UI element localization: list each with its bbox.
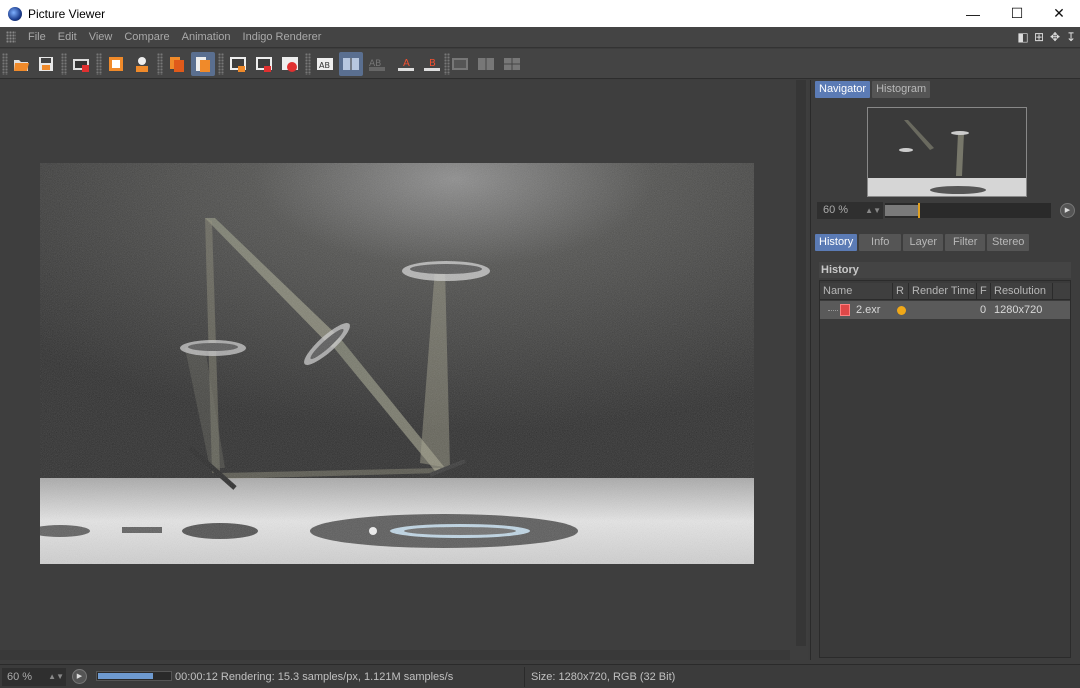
film-settings-icon[interactable] — [69, 52, 93, 76]
row-f: 0 — [980, 304, 987, 316]
tab-filter[interactable]: Filter — [945, 234, 986, 251]
tab-navigator[interactable]: Navigator — [815, 81, 871, 98]
table-row[interactable]: 2.exr 0 1280x720 — [820, 301, 1070, 319]
rendering-status-dot-icon — [897, 306, 906, 315]
tab-history[interactable]: History — [815, 234, 858, 251]
panel-tabs: History Info Layer Filter Stereo — [815, 234, 1030, 251]
zoom-slider-handle[interactable] — [918, 203, 920, 218]
render-progress-bar — [96, 671, 172, 681]
col-r[interactable]: R — [893, 283, 909, 300]
exr-file-icon — [840, 304, 850, 316]
region-a-icon[interactable] — [226, 52, 250, 76]
tab-info[interactable]: Info — [859, 234, 902, 251]
zoom-slider-fill — [885, 205, 918, 216]
spin-arrows-icon[interactable]: ▲▼ — [865, 202, 881, 219]
open-icon[interactable] — [9, 52, 33, 76]
svg-text:AB: AB — [319, 61, 330, 70]
region-b-icon[interactable] — [252, 52, 276, 76]
spin-arrows-icon[interactable]: ▲▼ — [48, 668, 64, 686]
toolbar-separator — [218, 53, 224, 75]
region-c-icon[interactable] — [278, 52, 302, 76]
menu-file[interactable]: File — [22, 31, 52, 43]
compare-split-icon[interactable] — [339, 52, 363, 76]
menu-indigo-renderer[interactable]: Indigo Renderer — [237, 31, 328, 43]
tab-layer[interactable]: Layer — [903, 234, 944, 251]
compare-ab-icon[interactable]: AB — [313, 52, 337, 76]
history-table-header: Name R Render Time F Resolution — [820, 283, 1070, 300]
render-region-icon[interactable] — [104, 52, 128, 76]
toolbar-separator — [157, 53, 163, 75]
menu-animation[interactable]: Animation — [176, 31, 237, 43]
row-r-cell — [893, 301, 909, 319]
tab-stereo[interactable]: Stereo — [987, 234, 1030, 251]
status-zoom-value: 60 % — [7, 671, 33, 683]
history-section-title: History — [819, 262, 1071, 278]
status-zoom-field[interactable]: 60 % ▲▼ — [2, 668, 66, 686]
col-f[interactable]: F — [977, 283, 991, 300]
status-divider — [524, 667, 525, 687]
tree-connector — [828, 310, 838, 311]
expand-icon[interactable]: ⊞ — [1032, 30, 1046, 44]
tab-histogram[interactable]: Histogram — [872, 81, 931, 98]
history-table: Name R Render Time F Resolution 2.exr 0 … — [819, 280, 1071, 658]
navigator-play-icon[interactable]: ▶ — [1060, 203, 1075, 218]
toolbar-separator — [96, 53, 102, 75]
col-resolution[interactable]: Resolution — [991, 283, 1053, 300]
view-3-icon[interactable] — [500, 52, 524, 76]
navigator-zoom-row: 60 % ▲▼ ▶ — [817, 202, 1075, 219]
vertical-scrollbar[interactable] — [796, 80, 806, 646]
render-settings-icon[interactable] — [130, 52, 154, 76]
paste-layer-icon[interactable] — [191, 52, 215, 76]
picture-viewer-window: Picture Viewer — ☐ ✕ File Edit View Comp… — [0, 0, 1080, 688]
col-extra — [1053, 283, 1070, 300]
title-bar: Picture Viewer — ☐ ✕ — [0, 0, 1080, 27]
toolbar-grip — [2, 53, 8, 75]
copy-layer-icon[interactable] — [165, 52, 189, 76]
rendered-image[interactable] — [40, 163, 754, 564]
side-panel: Navigator Histogram 60 % ▲▼ ▶ History In… — [810, 80, 1080, 660]
set-a-icon[interactable]: A — [394, 52, 418, 76]
horizontal-scrollbar[interactable] — [0, 650, 790, 660]
close-button[interactable]: ✕ — [1038, 0, 1080, 27]
navigator-zoom-field[interactable]: 60 % ▲▼ — [817, 202, 883, 219]
compare-diff-icon[interactable]: AB — [365, 52, 389, 76]
cinema4d-app-icon — [8, 6, 22, 21]
dock-down-icon[interactable]: ↧ — [1064, 30, 1078, 44]
window-title: Picture Viewer — [28, 6, 106, 21]
view-1-icon[interactable] — [448, 52, 472, 76]
row-name-cell: 2.exr — [820, 301, 893, 319]
menu-view[interactable]: View — [83, 31, 119, 43]
toolbar: AB AB A B — [0, 49, 1080, 79]
navigator-zoom-slider[interactable] — [885, 203, 1051, 218]
move-icon[interactable]: ✥ — [1048, 30, 1062, 44]
svg-text:A: A — [403, 58, 410, 69]
row-resolution: 1280x720 — [994, 304, 1043, 316]
minimize-button[interactable]: — — [952, 0, 994, 27]
save-icon[interactable] — [34, 52, 58, 76]
toolbar-separator — [61, 53, 67, 75]
render-progress-fill — [98, 673, 153, 679]
svg-text:B: B — [429, 58, 436, 69]
navigator-thumbnail[interactable] — [867, 107, 1027, 197]
menu-compare[interactable]: Compare — [118, 31, 175, 43]
maximize-button[interactable]: ☐ — [996, 0, 1038, 27]
col-render-time[interactable]: Render Time — [909, 283, 977, 300]
render-status-text: 00:00:12 Rendering: 15.3 samples/px, 1.1… — [175, 671, 454, 683]
status-play-icon[interactable]: ▶ — [72, 669, 87, 684]
menu-grip-icon[interactable] — [6, 31, 16, 43]
navigator-zoom-value: 60 % — [823, 204, 849, 216]
menu-edit[interactable]: Edit — [52, 31, 83, 43]
row-render-time — [909, 301, 977, 319]
panel-layout-icon[interactable]: ◧ — [1016, 30, 1030, 44]
navigator-tabs: Navigator Histogram — [815, 81, 931, 98]
toolbar-separator — [305, 53, 311, 75]
status-bar: 60 % ▲▼ ▶ 00:00:12 Rendering: 15.3 sampl… — [0, 664, 1080, 688]
col-name[interactable]: Name — [820, 283, 893, 300]
view-2-icon[interactable] — [474, 52, 498, 76]
menu-bar: File Edit View Compare Animation Indigo … — [0, 27, 1080, 48]
layout-icons: ◧ ⊞ ✥ ↧ — [1016, 30, 1078, 44]
set-b-icon[interactable]: B — [420, 52, 444, 76]
image-size-text: Size: 1280x720, RGB (32 Bit) — [531, 671, 676, 683]
